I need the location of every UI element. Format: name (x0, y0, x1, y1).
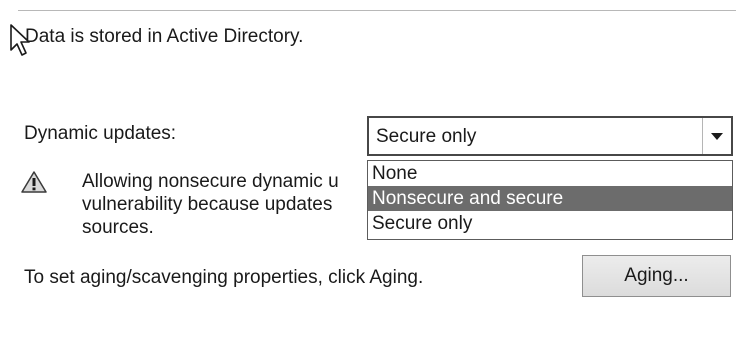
option-none[interactable]: None (368, 161, 732, 186)
option-secure-only[interactable]: Secure only (368, 211, 732, 236)
dynamic-updates-selected-value: Secure only (376, 126, 477, 147)
dynamic-updates-select[interactable]: Secure only (367, 116, 733, 156)
dynamic-updates-dropdown-list: None Nonsecure and secure Secure only (367, 160, 733, 240)
warning-icon (21, 171, 47, 193)
warning-message: Allowing nonsecure dynamic u vulnerabili… (82, 170, 402, 239)
aging-button[interactable]: Aging... (582, 255, 731, 297)
mouse-cursor-icon (10, 24, 30, 56)
option-nonsecure-and-secure[interactable]: Nonsecure and secure (368, 186, 732, 211)
warning-line-1: Allowing nonsecure dynamic u (82, 171, 339, 192)
top-divider (18, 10, 736, 11)
storage-info-text: Data is stored in Active Directory. (25, 26, 304, 47)
aging-instructions: To set aging/scavenging properties, clic… (24, 267, 424, 288)
chevron-down-icon[interactable] (702, 118, 731, 154)
warning-line-3: sources. (82, 217, 154, 238)
warning-line-2: vulnerability because updates (82, 194, 333, 215)
dynamic-updates-label: Dynamic updates: (24, 123, 177, 144)
